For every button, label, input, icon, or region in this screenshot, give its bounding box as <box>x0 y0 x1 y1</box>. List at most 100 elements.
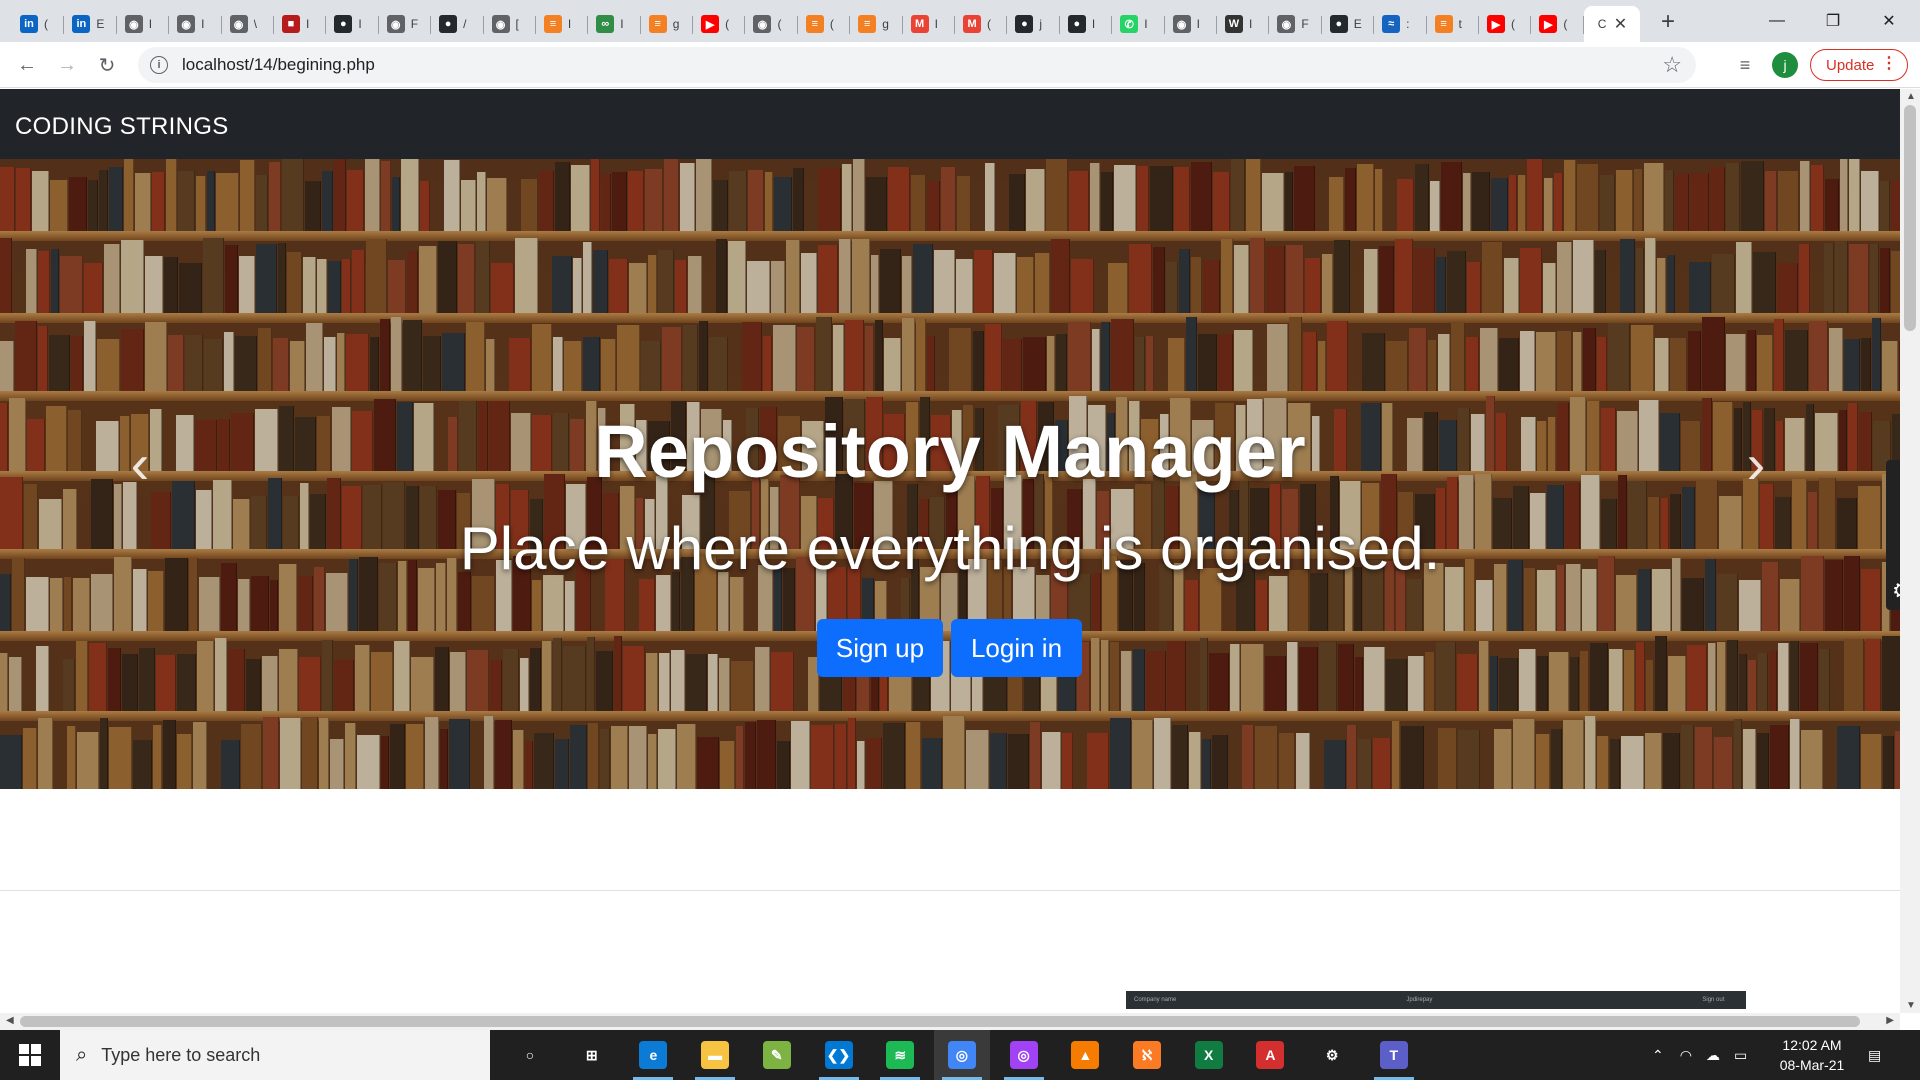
taskbar-task-view[interactable]: ⊞ <box>564 1030 620 1080</box>
tab-strip: in(in E ◉ I ◉ I ◉ \ ■ I ● I ◉ F ● / ◉[≡ I ∞ I ≡ g ▶(◉(≡(≡ g M I M(… <box>0 0 1920 42</box>
start-button[interactable] <box>0 1030 60 1080</box>
taskbar-chrome-profile[interactable]: ◎ <box>996 1030 1052 1080</box>
browser-tab[interactable]: ≡ g <box>850 6 904 42</box>
browser-tab[interactable]: ✆ I <box>1112 6 1165 42</box>
onedrive-icon[interactable]: ☁ <box>1706 1047 1720 1064</box>
login-button[interactable]: Login in <box>951 619 1082 677</box>
taskbar-notepad-plus[interactable]: ✎ <box>749 1030 805 1080</box>
browser-tab[interactable]: ≡ I <box>536 6 589 42</box>
active-tab[interactable]: C ✕ <box>1583 6 1640 42</box>
tab-title: g <box>672 17 680 31</box>
media-control-icon[interactable]: ≡ <box>1732 52 1758 78</box>
vertical-scroll-thumb[interactable] <box>1904 105 1916 331</box>
windows-taskbar: ⌕ Type here to search ○ ⊞ e ▬ ✎ ❮❯ ≋ ◎ ◎ ▲ ℵ X A ⚙ T ⌃… <box>0 1030 1920 1080</box>
site-brand[interactable]: CODING STRINGS <box>15 113 229 141</box>
globe-icon: ◉ <box>753 15 772 33</box>
browser-tab[interactable]: ■ I <box>274 6 327 42</box>
wave-icon: ≈ <box>1382 15 1401 33</box>
browser-tab[interactable]: ◉ I <box>117 6 170 42</box>
browser-tab[interactable]: M( <box>955 6 1008 42</box>
browser-tab[interactable]: ◉( <box>745 6 799 42</box>
taskbar-settings[interactable]: ⚙ <box>1304 1030 1360 1080</box>
stackoverflow-icon: ≡ <box>858 15 877 33</box>
chevron-up-icon[interactable]: ⌃ <box>1652 1047 1664 1064</box>
browser-tab[interactable]: WI <box>1217 6 1270 42</box>
forward-button[interactable]: → <box>52 50 82 80</box>
clock-date: 08-Mar-21 <box>1779 1057 1845 1073</box>
browser-tab[interactable]: ≈: <box>1374 6 1427 42</box>
profile-avatar[interactable]: j <box>1772 52 1798 78</box>
browser-tab[interactable]: ◉ F <box>1269 6 1323 42</box>
browser-tab[interactable]: ◉ F <box>379 6 432 42</box>
browser-tab[interactable]: ▶( <box>1479 6 1532 42</box>
tab-title: ( <box>777 17 782 31</box>
battery-icon[interactable]: ▭ <box>1734 1047 1747 1064</box>
browser-tab[interactable]: ▶( <box>1531 6 1585 42</box>
globe-icon: ◉ <box>491 15 510 33</box>
acrobat-icon: A <box>1256 1041 1285 1069</box>
browser-tab[interactable]: ▶( <box>693 6 746 42</box>
taskbar-vlc[interactable]: ▲ <box>1057 1030 1113 1080</box>
browser-tab[interactable]: MI <box>903 6 956 42</box>
browser-tab[interactable]: ◉ I <box>169 6 222 42</box>
taskbar-xampp[interactable]: ℵ <box>1119 1030 1175 1080</box>
info-icon[interactable]: i <box>150 56 168 74</box>
browser-tab[interactable]: ◉ I <box>1165 6 1218 42</box>
taskbar-clock[interactable]: 12:02 AM 08-Mar-21 <box>1770 1035 1854 1075</box>
browser-tab[interactable]: ◉ \ <box>222 6 275 42</box>
browser-tab[interactable]: ≡ g <box>641 6 694 42</box>
tab-title: F <box>410 17 419 31</box>
edge-icon: e <box>639 1041 668 1069</box>
tab-title: t <box>1458 17 1462 31</box>
horizontal-scroll-thumb[interactable] <box>20 1016 1860 1027</box>
back-button[interactable]: ← <box>12 50 42 80</box>
update-button[interactable]: Update ⋮ <box>1810 49 1908 81</box>
reload-button[interactable]: ↻ <box>92 50 122 80</box>
scroll-up-icon[interactable]: ▲ <box>1906 91 1916 102</box>
stackoverflow-icon: ≡ <box>805 15 824 33</box>
browser-tab[interactable]: in E <box>64 6 118 42</box>
taskbar-spotify[interactable]: ≋ <box>872 1030 928 1080</box>
browser-tab[interactable]: ≡ t <box>1427 6 1480 42</box>
hero-carousel: ‹ › Repository Manager Place where every… <box>0 159 1900 789</box>
bookmark-star-icon[interactable]: ☆ <box>1662 52 1682 78</box>
taskbar-vscode[interactable]: ❮❯ <box>811 1030 867 1080</box>
address-bar[interactable]: i localhost/14/begining.php ☆ <box>138 47 1696 83</box>
browser-tab[interactable]: ● E <box>1322 6 1375 42</box>
scroll-right-icon[interactable]: ▶ <box>1886 1015 1894 1026</box>
browser-tab[interactable]: ● j <box>1007 6 1061 42</box>
github-icon: ● <box>334 15 353 33</box>
url-text[interactable]: localhost/14/begining.php <box>182 55 375 75</box>
taskbar-edge[interactable]: e <box>625 1030 681 1080</box>
taskbar-file-explorer[interactable]: ▬ <box>687 1030 743 1080</box>
maximize-button[interactable]: ❐ <box>1806 0 1860 42</box>
excel-icon: X <box>1194 1041 1223 1069</box>
globe-icon: ◉ <box>177 15 196 33</box>
browser-tab[interactable]: ◉[ <box>484 6 537 42</box>
tab-title: ( <box>725 17 730 31</box>
taskbar-excel[interactable]: X <box>1181 1030 1237 1080</box>
wifi-icon[interactable]: ◠ <box>1680 1047 1692 1064</box>
scroll-left-icon[interactable]: ◀ <box>6 1015 14 1026</box>
notification-center[interactable]: ▤ <box>1868 1030 1881 1080</box>
signup-button[interactable]: Sign up <box>817 619 943 677</box>
browser-tab[interactable]: ≡( <box>798 6 851 42</box>
taskbar-search[interactable]: ⌕ Type here to search <box>60 1030 490 1080</box>
minimize-button[interactable]: — <box>1750 0 1804 42</box>
taskbar-cortana[interactable]: ○ <box>502 1030 558 1080</box>
taskbar-teams[interactable]: T <box>1366 1030 1422 1080</box>
new-tab-button[interactable]: + <box>1654 8 1682 36</box>
vertical-scrollbar[interactable]: ▲ ▼ <box>1900 89 1920 1013</box>
thumb-company: Company name <box>1134 997 1177 1003</box>
horizontal-scrollbar[interactable]: ◀ ▶ <box>0 1013 1900 1030</box>
browser-tab[interactable]: in ( <box>12 6 65 42</box>
browser-tab[interactable]: ● / <box>431 6 484 42</box>
browser-tab[interactable]: ● I <box>1060 6 1113 42</box>
taskbar-acrobat[interactable]: A <box>1242 1030 1298 1080</box>
taskbar-chrome[interactable]: ◎ <box>933 1030 990 1080</box>
browser-tab[interactable]: ∞ I <box>588 6 642 42</box>
close-tab-icon[interactable]: ✕ <box>1614 14 1627 34</box>
scroll-down-icon[interactable]: ▼ <box>1906 1000 1916 1011</box>
browser-tab[interactable]: ● I <box>326 6 380 42</box>
close-window-button[interactable]: ✕ <box>1862 0 1916 42</box>
